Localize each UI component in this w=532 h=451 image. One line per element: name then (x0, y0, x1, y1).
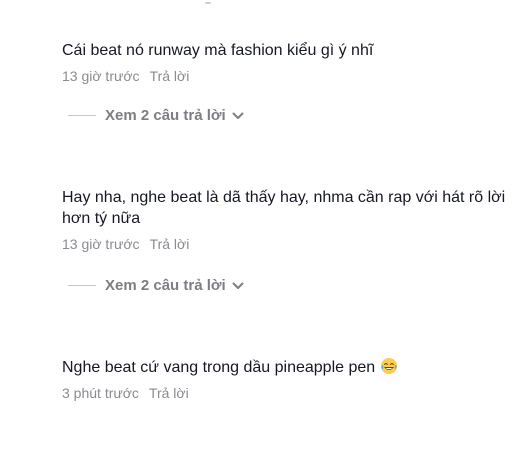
comment-text: Cái beat nó runway mà fashion kiểu gì ý … (62, 42, 374, 59)
comment-text: Hay nha, nghe beat là dã thấy hay, nhma … (62, 189, 506, 227)
comment-timestamp: 13 giờ trước (62, 236, 140, 252)
chevron-down-icon (232, 112, 244, 119)
reply-button[interactable]: Trả lời (150, 236, 190, 253)
comment-text: Nghe beat cứ vang trong dầu pineapple pe… (62, 357, 524, 378)
view-replies-label: Xem 2 câu trả lời (105, 277, 226, 294)
comment-text-body: Nghe beat cứ vang trong dầu pineapple pe… (62, 359, 376, 376)
view-replies-label: Xem 2 câu trả lời (105, 107, 226, 124)
tears-of-joy-emoji-icon (380, 358, 397, 374)
comment-meta: 13 giờ trước Trả lời (62, 68, 524, 85)
reply-button[interactable]: Trả lời (150, 68, 190, 85)
reply-button[interactable]: Trả lời (149, 385, 189, 402)
comment-item: Nghe beat cứ vang trong dầu pineapple pe… (62, 357, 524, 402)
comment-timestamp: 13 giờ trước (62, 68, 140, 84)
comment-meta: 13 giờ trước Trả lời (62, 236, 524, 253)
comment-item: Hay nha, nghe beat là dã thấy hay, nhma … (62, 187, 524, 253)
comment-meta: 3 phút trước Trả lời (62, 385, 524, 402)
comment-timestamp: 3 phút trước (62, 385, 139, 401)
view-replies-button[interactable]: Xem 2 câu trả lời (68, 277, 244, 294)
divider-line (68, 285, 96, 286)
view-replies-button[interactable]: Xem 2 câu trả lời (68, 107, 244, 124)
divider-fragment (205, 2, 211, 4)
comment-item: Cái beat nó runway mà fashion kiểu gì ý … (62, 40, 524, 85)
divider-line (68, 115, 96, 116)
chevron-down-icon (232, 282, 244, 289)
